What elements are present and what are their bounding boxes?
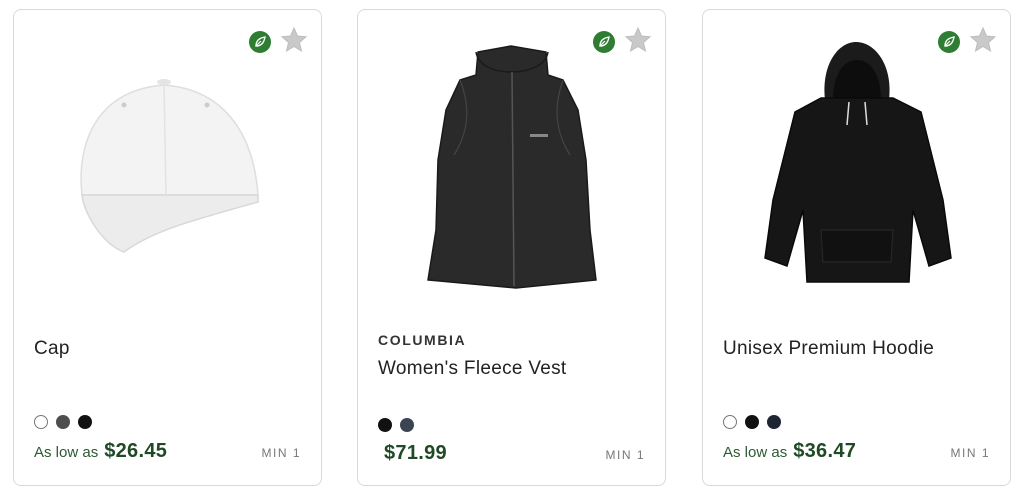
swatch-gray[interactable] bbox=[56, 415, 70, 429]
product-title[interactable]: Cap bbox=[34, 338, 70, 360]
price-row: As low as $36.47 MIN 1 bbox=[723, 440, 990, 463]
min-quantity: MIN 1 bbox=[605, 448, 645, 462]
swatch-black[interactable] bbox=[378, 418, 392, 432]
swatch-black[interactable] bbox=[78, 415, 92, 429]
swatch-slate[interactable] bbox=[400, 418, 414, 432]
product-card-cap[interactable]: Cap As low as $26.45 MIN 1 bbox=[13, 9, 322, 486]
price: $71.99 bbox=[384, 442, 447, 464]
min-quantity: MIN 1 bbox=[261, 446, 301, 460]
product-card-premium-hoodie[interactable]: Unisex Premium Hoodie As low as $36.47 M… bbox=[702, 9, 1011, 486]
price-prefix: As low as bbox=[34, 444, 99, 461]
product-title[interactable]: Women's Fleece Vest bbox=[378, 358, 567, 380]
swatch-navy[interactable] bbox=[767, 415, 781, 429]
product-image-fleece-vest[interactable] bbox=[358, 30, 665, 310]
product-card-fleece-vest[interactable]: COLUMBIA Women's Fleece Vest $71.99 MIN … bbox=[357, 9, 666, 486]
swatch-white[interactable] bbox=[34, 415, 48, 429]
price-row: As low as $26.45 MIN 1 bbox=[34, 440, 301, 463]
price: $36.47 bbox=[793, 440, 857, 462]
product-image-cap[interactable] bbox=[14, 30, 321, 310]
product-title[interactable]: Unisex Premium Hoodie bbox=[723, 338, 934, 360]
product-brand: COLUMBIA bbox=[378, 332, 467, 348]
product-image-premium-hoodie[interactable] bbox=[703, 30, 1010, 310]
color-swatches bbox=[34, 415, 92, 429]
min-quantity: MIN 1 bbox=[950, 446, 990, 460]
swatch-black[interactable] bbox=[745, 415, 759, 429]
price: $26.45 bbox=[104, 440, 168, 462]
color-swatches bbox=[723, 415, 781, 429]
price-prefix: As low as bbox=[723, 444, 788, 461]
swatch-white[interactable] bbox=[723, 415, 737, 429]
price-row: $71.99 MIN 1 bbox=[378, 442, 645, 465]
color-swatches bbox=[378, 418, 414, 432]
